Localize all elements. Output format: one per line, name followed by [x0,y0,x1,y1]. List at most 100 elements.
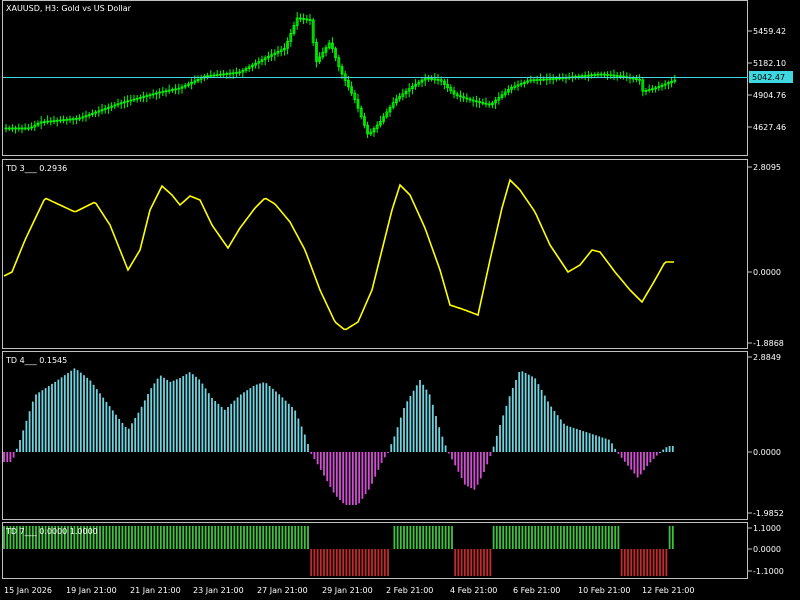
td7-bar-down [319,549,322,576]
td4-bar-negative [652,452,655,459]
td4-bar-positive [540,389,543,452]
td4-bar-positive [604,438,607,452]
td7-bar-down [313,549,316,576]
td3-tick-zero: 0.0000 [753,268,781,277]
td4-bar-positive [25,420,28,452]
td3-tick-max: 2.8095 [753,163,781,172]
td7-bar-up [540,526,543,549]
td4-bar-negative [374,452,377,477]
td4-bar-negative [649,452,652,463]
td4-bar-positive [230,403,233,452]
td7-bar-down [387,549,389,576]
td7-bar-down [454,549,457,576]
current-price-label: 5042.47 [752,73,785,82]
td7-bar-down [339,549,341,576]
td4-bar-positive [665,447,668,452]
td7-bar-up [566,526,569,549]
td4-bar-negative [335,452,338,497]
td7-bar-down [479,549,482,576]
td4-bar-positive [659,452,661,453]
td4-bar-positive [175,379,178,452]
td4-bar-positive [195,376,197,452]
td7-bar-down [371,549,373,576]
td7-bar-up [499,526,501,549]
td4-bar-negative [643,452,645,471]
td7-bar-up [124,526,127,549]
td4-bar-positive [140,406,143,452]
td7-bar-down [665,549,668,576]
td4-bar-positive [425,389,428,452]
td4-bar-positive [585,432,588,452]
td4-bar-positive [111,410,114,452]
td7-bar-up [569,526,572,549]
td7-bar-up [438,526,441,549]
td7-bar-down [332,549,335,576]
td7-bar-down [486,549,489,576]
td7-bar-up [227,526,229,549]
td4-bar-negative [623,452,626,462]
td7-bar-up [268,526,271,549]
td4-bar-negative [332,452,335,493]
td7-tick-zero: 0.0000 [753,545,781,554]
td7-bar-up [246,526,249,549]
td7-bar-up [617,526,620,549]
td4-bar-negative [451,452,453,460]
td7-bar-down [652,549,655,576]
td7-bar-up [153,526,156,549]
td7-bar-up [147,526,149,549]
td7-bar-up [441,526,444,549]
td4-bar-positive [57,379,60,452]
td4-bar-positive [598,436,601,452]
td7-bar-up [601,526,604,549]
td7-bar-down [483,549,485,576]
td4-bar-positive [60,377,63,452]
time-label: 19 Jan 21:00 [66,586,117,595]
td7-bar-up [579,526,581,549]
td4-bar-positive [131,423,133,452]
td4-bar-positive [102,397,105,452]
td7-bar-up [211,526,213,549]
td4-bar-positive [22,430,25,452]
td4-bar-positive [28,411,31,452]
td4-bar-positive [227,407,229,452]
td4-bar-positive [236,397,239,452]
td4-tick-zero: 0.0000 [753,448,781,457]
td4-bar-positive [179,378,181,452]
td4-bar-negative [9,452,12,462]
td7-bar-up [243,526,245,549]
td4-bar-positive [390,444,393,452]
td4-bar-positive [255,384,258,452]
td4-bar-positive [550,406,553,452]
td4-bar-negative [323,452,325,476]
td4-bar-negative [460,452,463,479]
td4-bar-positive [671,446,674,452]
td4-bar-positive [595,435,597,452]
td4-bar-positive [300,426,303,452]
td3-tick-min: -1.8868 [753,339,784,348]
time-label: 2 Feb 21:00 [386,586,433,595]
td4-bar-positive [83,375,85,452]
td4-bar-positive [409,396,412,452]
td7-bar-up [668,526,671,549]
td4-bar-positive [246,390,249,452]
td7-bar-up [127,526,130,549]
td7-bar-up [150,526,153,549]
td4-bar-positive [521,371,524,452]
td4-bar-positive [147,394,149,452]
td4-bar-positive [502,415,505,452]
td7-bar-up [118,526,121,549]
td7-bar-down [348,549,351,576]
td7-bar-up [559,526,562,549]
td4-bar-positive [38,392,41,452]
td7-bar-up [239,526,242,549]
td4-bar-positive [579,430,581,452]
td4-bar-positive [92,384,95,452]
td7-bar-down [489,549,492,576]
td7-bar-up [614,526,617,549]
td4-bar-positive [515,380,517,452]
td7-bar-up [108,526,111,549]
td7-bar-up [172,526,175,549]
td7-bar-up [182,526,185,549]
td4-bar-negative [329,452,332,487]
td7-bar-down [383,549,386,576]
